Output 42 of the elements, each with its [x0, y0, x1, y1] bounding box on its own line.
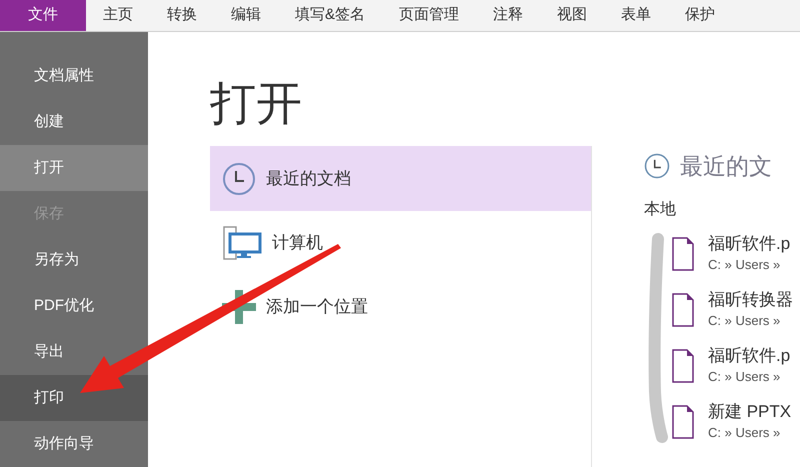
menu-tab[interactable]: 保护: [668, 0, 732, 31]
sidebar-item[interactable]: 打印: [0, 375, 148, 421]
sidebar-item[interactable]: 创建: [0, 99, 148, 145]
pdf-file-icon: [672, 237, 694, 271]
file-name: 福昕转换器: [708, 289, 793, 312]
sidebar-item[interactable]: 文档属性: [0, 53, 148, 99]
page-title: 打开: [210, 80, 303, 126]
menu-tab[interactable]: 主页: [86, 0, 150, 31]
file-item[interactable]: 福昕转换器 C: » Users »: [672, 282, 793, 338]
file-item[interactable]: 福昕软件.p C: » Users »: [672, 226, 793, 282]
sidebar-item[interactable]: 打开: [0, 145, 148, 191]
location-item[interactable]: 计算机: [210, 211, 591, 275]
menu-tab[interactable]: 文件: [0, 0, 86, 31]
pdf-file-icon: [672, 349, 694, 383]
sidebar-item[interactable]: 另存为: [0, 237, 148, 283]
clock-icon: [222, 162, 256, 196]
location-item[interactable]: 最近的文档: [210, 146, 591, 211]
pdf-file-icon: [672, 293, 694, 327]
file-path: C: » Users »: [708, 368, 782, 386]
group-label: 本地: [644, 200, 677, 220]
computer-icon: [222, 225, 262, 261]
sidebar-item[interactable]: PDF优化: [0, 283, 148, 329]
sidebar-item[interactable]: 导出: [0, 329, 148, 375]
pdf-file-icon: [672, 405, 694, 439]
clock-icon: [644, 153, 670, 179]
menu-tab[interactable]: 编辑: [214, 0, 278, 31]
menu-tab[interactable]: 表单: [604, 0, 668, 31]
file-name: 福昕软件.p: [708, 345, 790, 368]
file-item[interactable]: 福昕软件.p C: » Users »: [672, 338, 793, 394]
menu-tab[interactable]: 注释: [476, 0, 540, 31]
recent-heading: 最近的文: [680, 152, 772, 181]
file-name: 新建 PPTX: [708, 401, 792, 424]
menu-tab[interactable]: 视图: [540, 0, 604, 31]
menu-tab[interactable]: 转换: [150, 0, 214, 31]
file-path: C: » Users »: [708, 424, 782, 442]
file-path: C: » Users »: [708, 256, 782, 274]
menu-tab[interactable]: 填写&签名: [278, 0, 382, 31]
sidebar-item[interactable]: 动作向导: [0, 421, 148, 467]
menu-tab[interactable]: 页面管理: [382, 0, 476, 31]
file-path: C: » Users »: [708, 312, 782, 330]
file-name: 福昕软件.p: [708, 233, 790, 256]
file-item[interactable]: 新建 PPTX C: » Users »: [672, 394, 793, 450]
